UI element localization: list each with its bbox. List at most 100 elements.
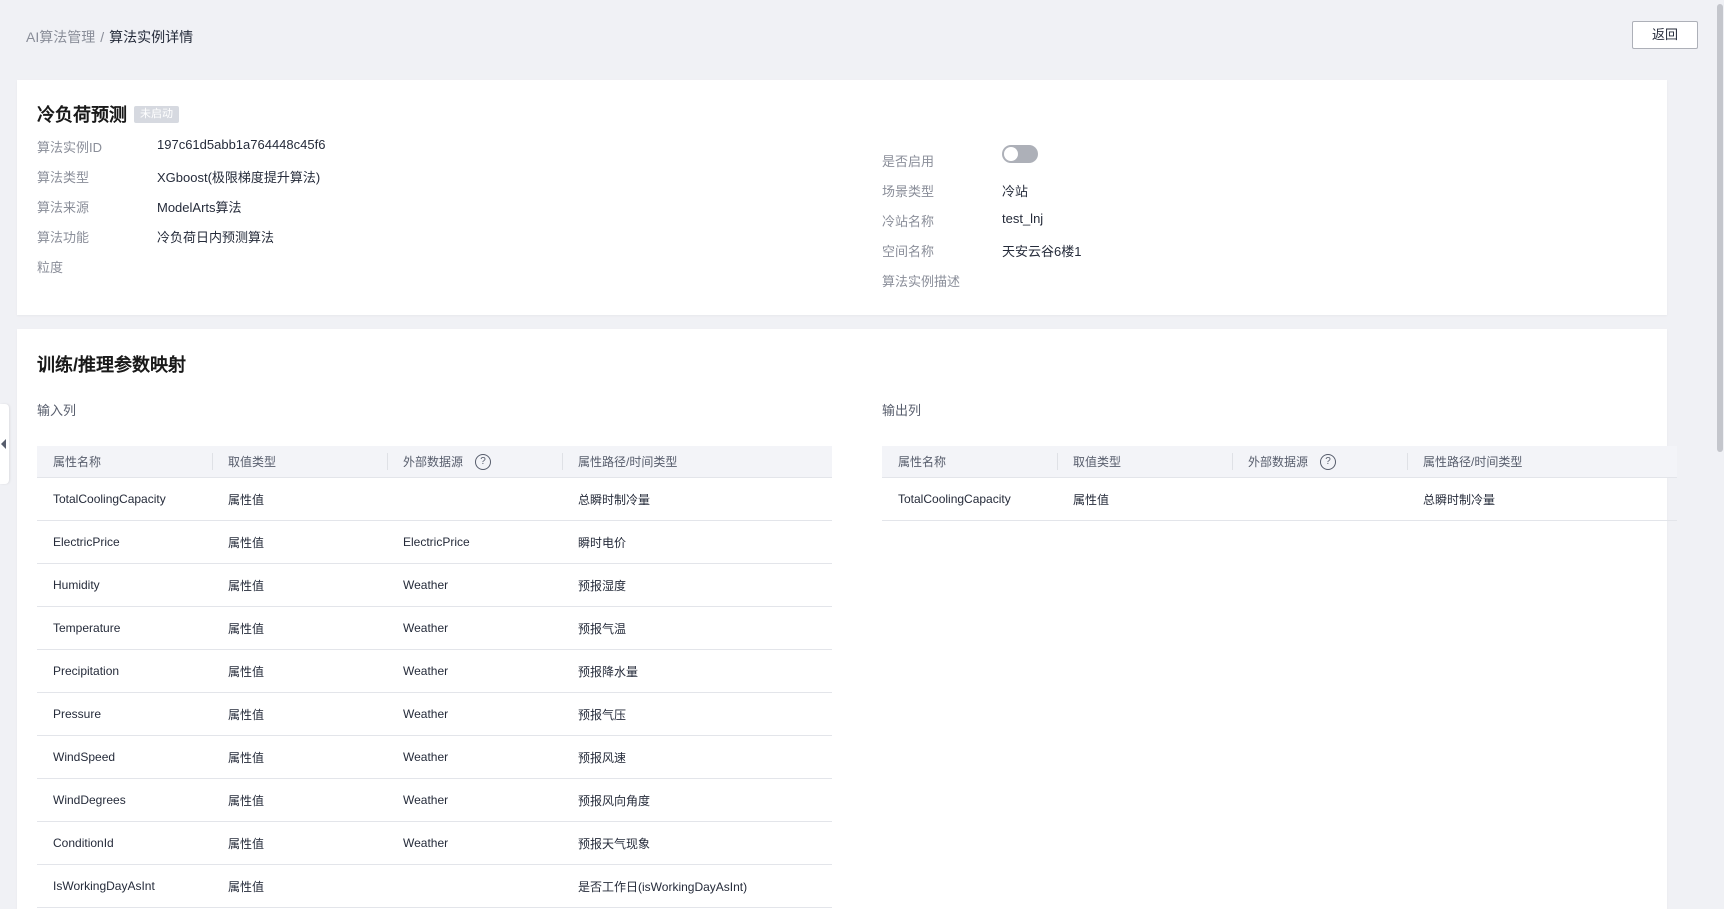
cell-attribute-name: IsWorkingDayAsInt bbox=[37, 864, 212, 908]
cell-attribute-name: ElectricPrice bbox=[37, 520, 212, 564]
info-row-instance-id: 算法实例ID 197c61d5abb1a764448c45f6 bbox=[37, 137, 737, 157]
info-label: 算法实例ID bbox=[37, 140, 103, 155]
cell-attribute-path: 预报湿度 bbox=[562, 563, 832, 607]
table-row: WindDegrees 属性值 Weather 预报风向角度 bbox=[37, 778, 832, 822]
cell-external-source: Weather bbox=[387, 821, 562, 865]
table-row: WindSpeed 属性值 Weather 预报风速 bbox=[37, 735, 832, 779]
cell-attribute-path: 预报气温 bbox=[562, 606, 832, 650]
table-row: Pressure 属性值 Weather 预报气压 bbox=[37, 692, 832, 736]
info-value: 天安云谷6楼1 bbox=[1002, 244, 1082, 259]
output-columns-label: 输出列 bbox=[882, 403, 922, 418]
status-badge: 未启动 bbox=[134, 106, 179, 123]
cell-attribute-path: 总瞬时制冷量 bbox=[562, 477, 832, 521]
cell-external-source: Weather bbox=[387, 606, 562, 650]
info-value: test_lnj bbox=[1002, 211, 1044, 226]
top-bar: AI算法管理 / 算法实例详情 返回 bbox=[0, 0, 1724, 70]
info-value: 197c61d5abb1a764448c45f6 bbox=[157, 137, 326, 152]
cell-attribute-name: Precipitation bbox=[37, 649, 212, 693]
column-header-label: 外部数据源 bbox=[1248, 454, 1309, 469]
table-row: Humidity 属性值 Weather 预报湿度 bbox=[37, 563, 832, 607]
info-value: XGboost(极限梯度提升算法) bbox=[157, 170, 321, 185]
column-header-external-source: 外部数据源? bbox=[387, 446, 562, 478]
info-row-algorithm-source: 算法来源 ModelArts算法 bbox=[37, 197, 737, 217]
info-row-station-name: 冷站名称 test_lnj bbox=[882, 211, 1582, 231]
info-label: 算法实例描述 bbox=[882, 274, 961, 289]
cell-attribute-path: 预报气压 bbox=[562, 692, 832, 736]
cell-value-type: 属性值 bbox=[212, 563, 387, 607]
table-row: Temperature 属性值 Weather 预报气温 bbox=[37, 606, 832, 650]
cell-attribute-name: TotalCoolingCapacity bbox=[882, 477, 1057, 521]
cell-attribute-name: WindDegrees bbox=[37, 778, 212, 822]
column-header-label: 外部数据源 bbox=[403, 454, 464, 469]
cell-attribute-name: TotalCoolingCapacity bbox=[37, 477, 212, 521]
info-label: 场景类型 bbox=[882, 184, 935, 199]
cell-value-type: 属性值 bbox=[212, 864, 387, 908]
info-label: 冷站名称 bbox=[882, 214, 935, 229]
cell-external-source: Weather bbox=[387, 563, 562, 607]
column-header-attribute-name: 属性名称 bbox=[37, 446, 212, 478]
cell-external-source: Weather bbox=[387, 778, 562, 822]
cell-attribute-path: 总瞬时制冷量 bbox=[1407, 477, 1677, 521]
cell-attribute-name: Temperature bbox=[37, 606, 212, 650]
cell-external-source: Weather bbox=[387, 649, 562, 693]
chevron-left-icon bbox=[1, 439, 6, 449]
input-columns-table: 属性名称 取值类型 外部数据源? 属性路径/时间类型 TotalCoolingC… bbox=[37, 446, 832, 908]
cell-attribute-path: 瞬时电价 bbox=[562, 520, 832, 564]
column-header-attribute-name: 属性名称 bbox=[882, 446, 1057, 478]
cell-value-type: 属性值 bbox=[212, 649, 387, 693]
table-header-row: 属性名称 取值类型 外部数据源? 属性路径/时间类型 bbox=[882, 446, 1677, 478]
cell-external-source: Weather bbox=[387, 735, 562, 779]
cell-attribute-name: ConditionId bbox=[37, 821, 212, 865]
back-button[interactable]: 返回 bbox=[1632, 21, 1698, 49]
page-scrollbar[interactable] bbox=[1716, 0, 1724, 891]
cell-external-source bbox=[387, 477, 562, 521]
instance-info-card: 冷负荷预测 未启动 算法实例ID 197c61d5abb1a764448c45f… bbox=[17, 80, 1667, 315]
cell-value-type: 属性值 bbox=[1057, 477, 1232, 521]
cell-attribute-path: 预报风速 bbox=[562, 735, 832, 779]
column-header-value-type: 取值类型 bbox=[212, 446, 387, 478]
help-icon[interactable]: ? bbox=[1320, 454, 1337, 471]
cell-attribute-path: 预报天气现象 bbox=[562, 821, 832, 865]
help-icon[interactable]: ? bbox=[475, 454, 492, 471]
table-row: IsWorkingDayAsInt 属性值 是否工作日(isWorkingDayAs… bbox=[37, 864, 832, 908]
cell-attribute-path: 预报降水量 bbox=[562, 649, 832, 693]
scrollbar-thumb[interactable] bbox=[1717, 4, 1723, 452]
info-row-algorithm-function: 算法功能 冷负荷日内预测算法 bbox=[37, 227, 737, 247]
info-value: ModelArts算法 bbox=[157, 200, 242, 215]
breadcrumb-separator: / bbox=[100, 29, 105, 45]
cell-attribute-name: Humidity bbox=[37, 563, 212, 607]
info-value: 冷站 bbox=[1002, 184, 1029, 199]
info-label: 是否启用 bbox=[882, 154, 935, 169]
cell-external-source bbox=[1232, 477, 1407, 521]
sidebar-collapse-tab[interactable] bbox=[0, 404, 9, 484]
info-row-granularity: 粒度 bbox=[37, 257, 737, 277]
input-columns-label: 输入列 bbox=[37, 403, 77, 418]
breadcrumb-current: 算法实例详情 bbox=[109, 29, 194, 45]
info-row-scene-type: 场景类型 冷站 bbox=[882, 181, 1582, 201]
info-row-space-name: 空间名称 天安云谷6楼1 bbox=[882, 241, 1582, 261]
info-label: 空间名称 bbox=[882, 244, 935, 259]
cell-attribute-path: 预报风向角度 bbox=[562, 778, 832, 822]
table-row: TotalCoolingCapacity 属性值 总瞬时制冷量 bbox=[882, 477, 1677, 521]
info-row-description: 算法实例描述 bbox=[882, 271, 1582, 291]
breadcrumb: AI算法管理 / 算法实例详情 bbox=[26, 27, 193, 47]
cell-value-type: 属性值 bbox=[212, 778, 387, 822]
cell-value-type: 属性值 bbox=[212, 821, 387, 865]
info-row-enabled: 是否启用 bbox=[882, 145, 1582, 171]
column-header-attribute-path: 属性路径/时间类型 bbox=[1407, 446, 1677, 478]
cell-value-type: 属性值 bbox=[212, 735, 387, 779]
info-row-algorithm-type: 算法类型 XGboost(极限梯度提升算法) bbox=[37, 167, 737, 187]
table-row: ConditionId 属性值 Weather 预报天气现象 bbox=[37, 821, 832, 865]
cell-value-type: 属性值 bbox=[212, 692, 387, 736]
cell-external-source: Weather bbox=[387, 692, 562, 736]
breadcrumb-parent-link[interactable]: AI算法管理 bbox=[26, 29, 95, 45]
table-header-row: 属性名称 取值类型 外部数据源? 属性路径/时间类型 bbox=[37, 446, 832, 478]
table-row: ElectricPrice 属性值 ElectricPrice 瞬时电价 bbox=[37, 520, 832, 564]
info-label: 粒度 bbox=[37, 260, 64, 275]
cell-value-type: 属性值 bbox=[212, 606, 387, 650]
column-header-external-source: 外部数据源? bbox=[1232, 446, 1407, 478]
param-mapping-card: 训练/推理参数映射 输入列 输出列 属性名称 取值类型 外部数据源? 属性路径/… bbox=[17, 329, 1677, 909]
info-label: 算法来源 bbox=[37, 200, 90, 215]
enable-toggle[interactable] bbox=[1002, 145, 1038, 163]
cell-value-type: 属性值 bbox=[212, 477, 387, 521]
